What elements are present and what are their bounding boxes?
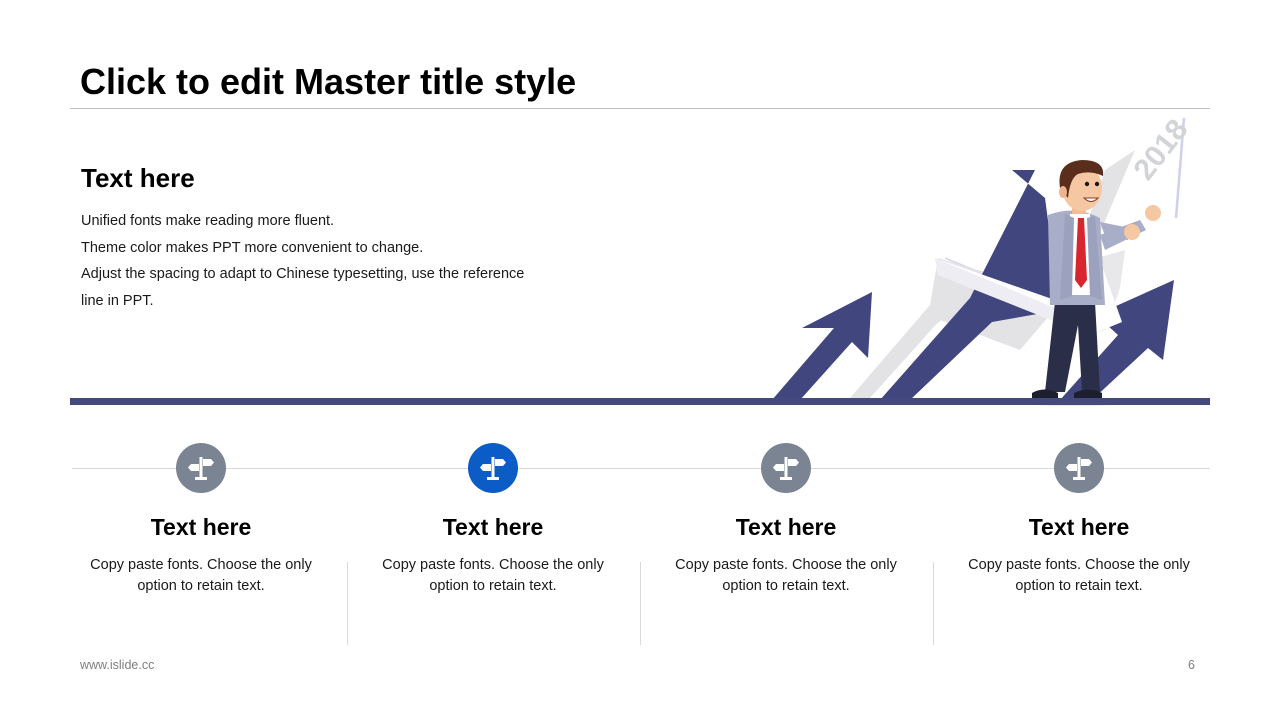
- signpost-icon[interactable]: [468, 443, 518, 493]
- feature-column-1[interactable]: Text here Copy paste fonts. Choose the o…: [71, 443, 331, 597]
- footer-url: www.islide.cc: [80, 658, 155, 672]
- slide-title[interactable]: Click to edit Master title style: [80, 60, 576, 104]
- intro-line: Unified fonts make reading more fluent.: [81, 213, 335, 229]
- feature-description: Copy paste fonts. Choose the only option…: [90, 557, 312, 594]
- intro-line: line in PPT.: [81, 292, 154, 309]
- column-divider: [347, 562, 348, 645]
- title-rule: [70, 108, 1210, 109]
- column-divider: [640, 562, 641, 645]
- feature-description: Copy paste fonts. Choose the only option…: [968, 557, 1190, 594]
- feature-title: Text here: [150, 514, 252, 540]
- feature-title: Text here: [1028, 514, 1130, 540]
- feature-column-4[interactable]: Text here Copy paste fonts. Choose the o…: [949, 443, 1209, 597]
- signpost-icon[interactable]: [176, 443, 226, 493]
- intro-line: Theme color makes PPT more convenient to…: [81, 239, 424, 256]
- feature-title: Text here: [442, 514, 544, 540]
- signpost-icon[interactable]: [761, 443, 811, 493]
- feature-column-2[interactable]: Text here Copy paste fonts. Choose the o…: [363, 443, 623, 597]
- intro-text-block[interactable]: Unified fonts make reading more fluent. …: [81, 208, 551, 314]
- signpost-icon[interactable]: [1054, 443, 1104, 493]
- intro-line: Adjust the spacing to adapt to Chinese t…: [81, 266, 525, 282]
- column-divider: [933, 562, 934, 645]
- feature-title: Text here: [735, 514, 837, 540]
- section-band: [70, 398, 1210, 405]
- feature-column-3[interactable]: Text here Copy paste fonts. Choose the o…: [656, 443, 916, 597]
- feature-description: Copy paste fonts. Choose the only option…: [675, 557, 897, 594]
- businessman-growth-arrows-illustration[interactable]: 2018: [760, 110, 1210, 410]
- page-number: 6: [1188, 658, 1195, 672]
- feature-description: Copy paste fonts. Choose the only option…: [382, 557, 604, 594]
- intro-heading[interactable]: Text here: [81, 162, 195, 194]
